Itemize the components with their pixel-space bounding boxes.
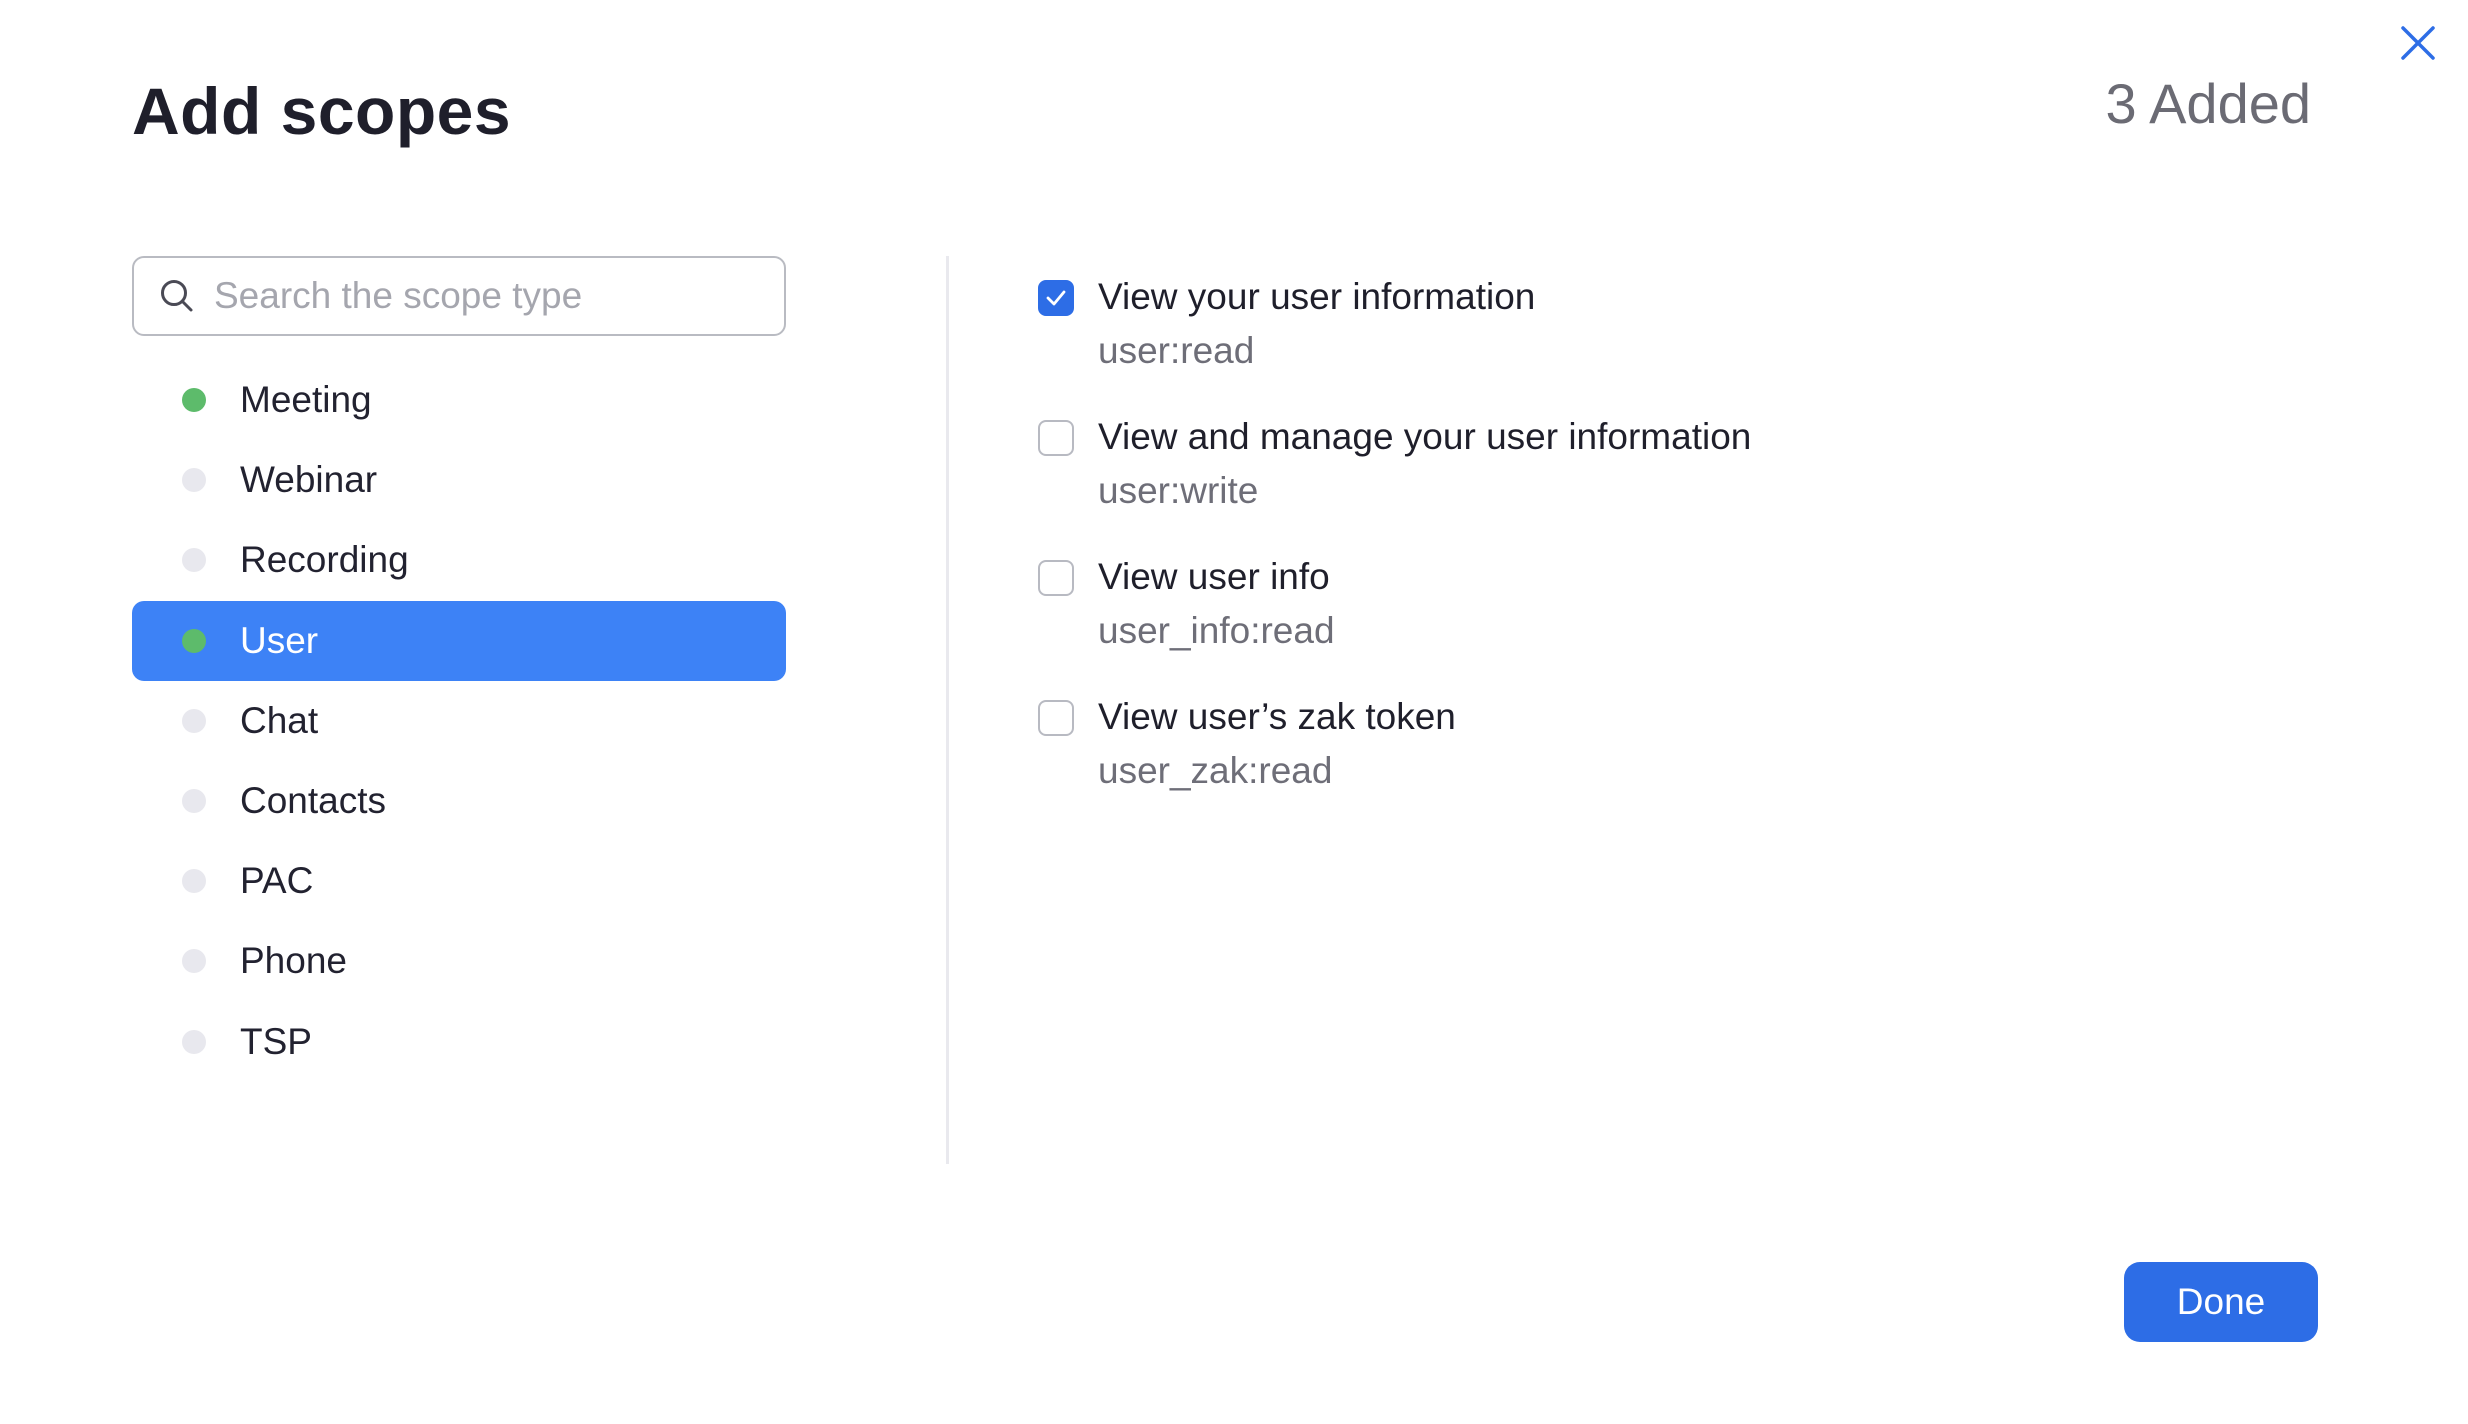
added-indicator-dot xyxy=(182,468,206,493)
scope-title: View your user information xyxy=(1098,276,1536,317)
search-icon xyxy=(161,280,193,312)
search-field[interactable] xyxy=(132,256,786,336)
category-label: TSP xyxy=(240,1020,312,1062)
scope-checkbox[interactable] xyxy=(1038,560,1074,596)
scope-category-list: Meeting Webinar Recording User Chat Cont… xyxy=(132,360,786,1082)
added-indicator-dot xyxy=(182,1029,206,1054)
added-indicator-dot xyxy=(182,788,206,813)
scope-code: user:read xyxy=(1098,330,1255,371)
category-item-phone[interactable]: Phone xyxy=(132,921,786,1001)
panel-divider xyxy=(946,256,949,1164)
scope-title: View and manage your user information xyxy=(1098,416,1752,457)
category-item-user[interactable]: User xyxy=(132,600,786,681)
added-indicator-dot xyxy=(182,548,206,573)
scope-checkbox[interactable] xyxy=(1038,280,1074,316)
category-label: Contacts xyxy=(240,779,387,821)
added-indicator-dot xyxy=(182,388,206,412)
category-item-chat[interactable]: Chat xyxy=(132,681,786,761)
scope-checkbox[interactable] xyxy=(1038,700,1074,736)
scope-list: View your user information user:read Vie… xyxy=(1038,272,1751,832)
added-indicator-dot xyxy=(182,949,206,974)
category-item-webinar[interactable]: Webinar xyxy=(132,440,786,520)
add-scopes-dialog: Add scopes 3 Added Meeting Webinar Recor… xyxy=(0,0,2468,1424)
scope-code: user_info:read xyxy=(1098,610,1335,651)
done-button[interactable]: Done xyxy=(2124,1262,2318,1342)
category-label: Phone xyxy=(240,940,347,982)
added-indicator-dot xyxy=(182,869,206,894)
scope-title: View user’s zak token xyxy=(1098,696,1456,737)
category-item-meeting[interactable]: Meeting xyxy=(132,360,786,440)
scope-item-user-info-read[interactable]: View user info user_info:read xyxy=(1038,552,1751,692)
category-label: Recording xyxy=(240,539,409,581)
category-label: Meeting xyxy=(240,379,372,420)
category-item-tsp[interactable]: TSP xyxy=(132,1002,786,1082)
added-indicator-dot xyxy=(182,708,206,733)
scope-code: user_zak:read xyxy=(1098,750,1333,791)
category-item-contacts[interactable]: Contacts xyxy=(132,761,786,841)
scope-item-user-read[interactable]: View your user information user:read xyxy=(1038,272,1751,412)
close-icon[interactable] xyxy=(2395,20,2441,66)
added-indicator-dot xyxy=(182,628,206,653)
category-item-pac[interactable]: PAC xyxy=(132,841,786,921)
category-label: Webinar xyxy=(240,459,378,501)
category-label: User xyxy=(240,619,319,661)
added-count: 3 Added xyxy=(2105,72,2311,135)
scope-item-user-zak-read[interactable]: View user’s zak token user_zak:read xyxy=(1038,692,1751,832)
scope-item-user-write[interactable]: View and manage your user information us… xyxy=(1038,412,1751,552)
search-input[interactable] xyxy=(214,275,754,317)
scope-title: View user info xyxy=(1098,556,1330,597)
scope-checkbox[interactable] xyxy=(1038,420,1074,456)
checkmark-icon xyxy=(1046,290,1066,306)
category-label: Chat xyxy=(240,699,319,741)
category-item-recording[interactable]: Recording xyxy=(132,520,786,600)
category-label: PAC xyxy=(240,860,314,902)
dialog-title: Add scopes xyxy=(132,74,512,148)
scope-code: user:write xyxy=(1098,470,1259,511)
